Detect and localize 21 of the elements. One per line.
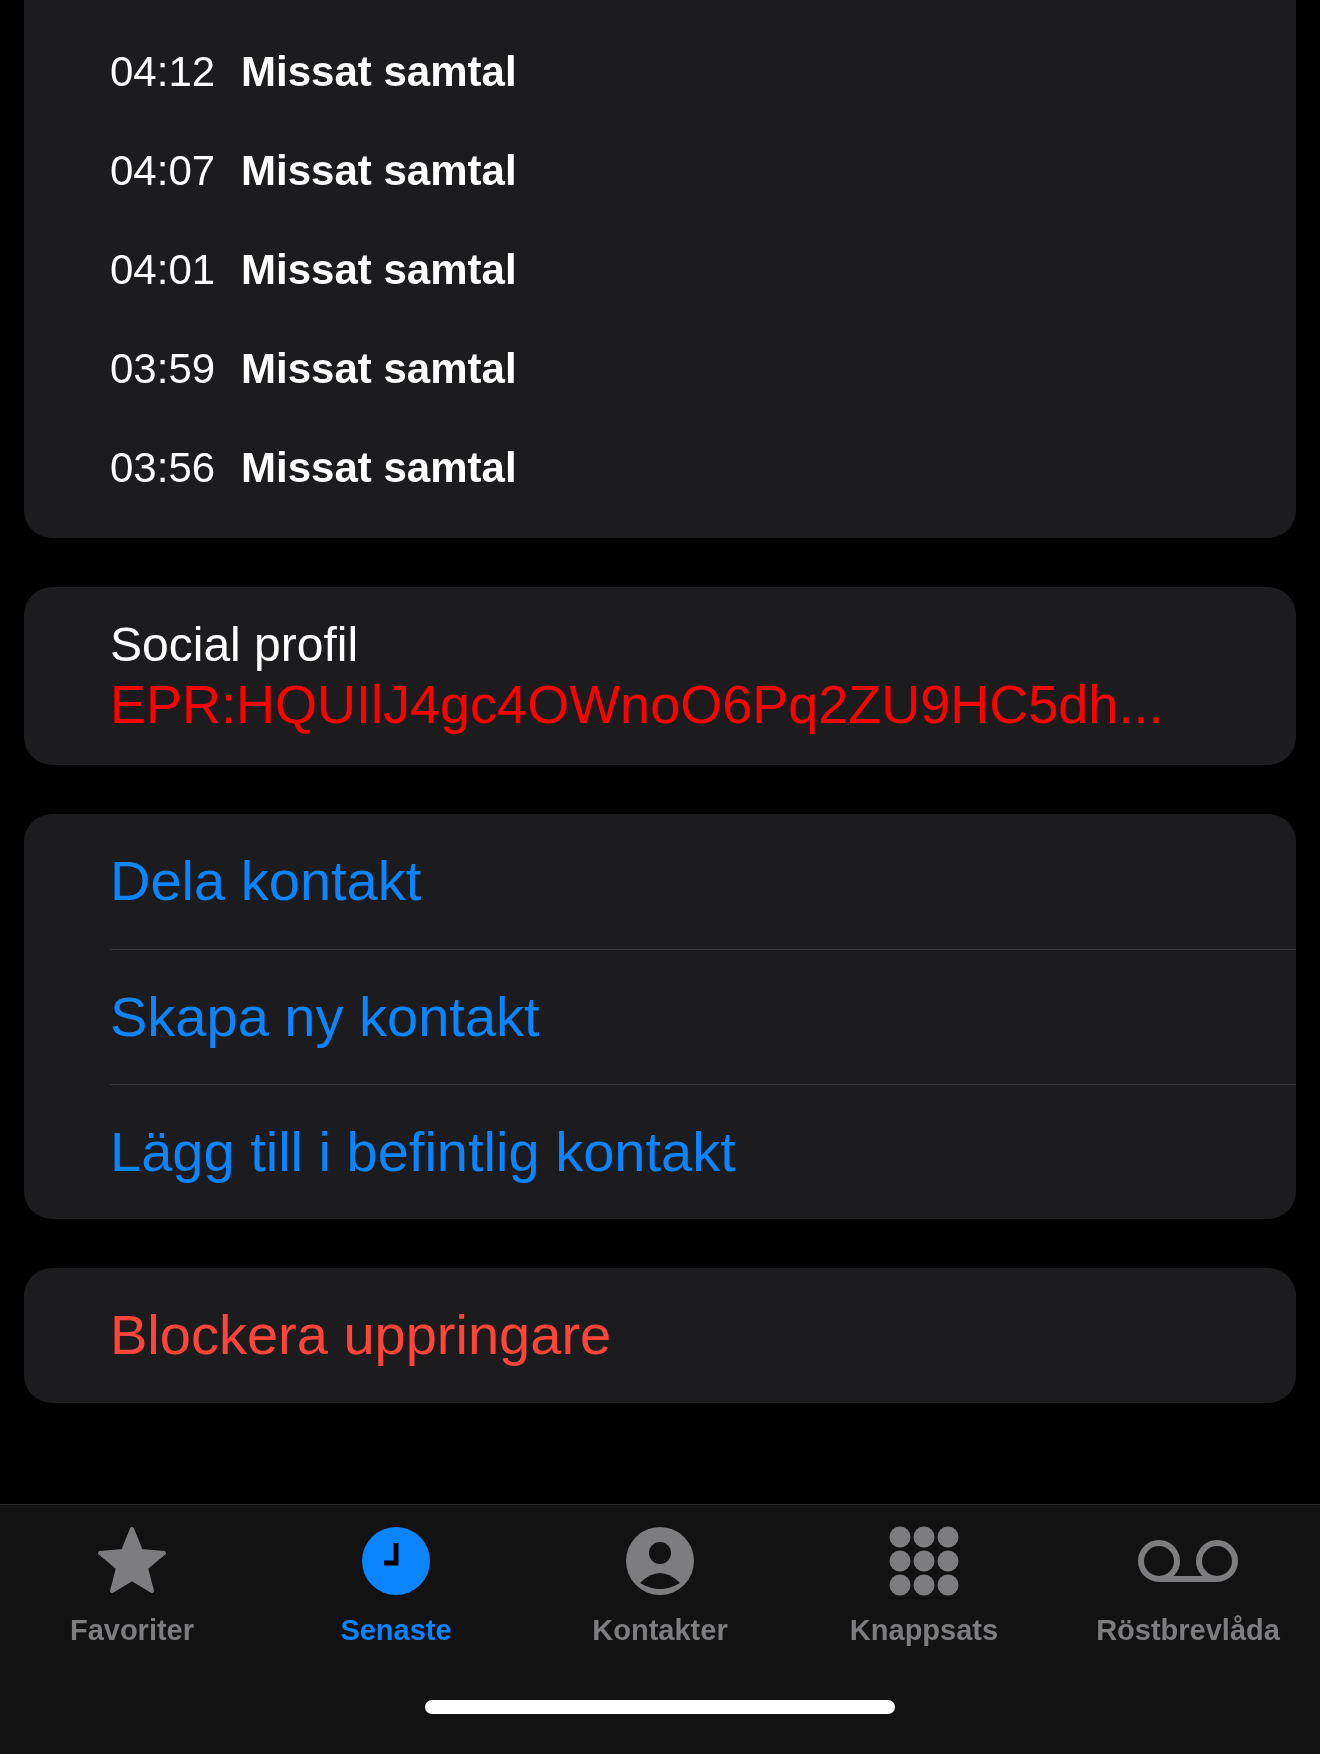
call-status: Missat samtal	[241, 146, 517, 196]
call-time: 04:01	[110, 245, 216, 295]
call-time: 04:07	[110, 146, 216, 196]
call-status: Missat samtal	[241, 245, 517, 295]
call-time: 04:12	[110, 47, 216, 97]
call-time: 03:56	[110, 443, 216, 493]
tab[interactable]: Favoriter	[0, 1505, 264, 1654]
tab[interactable]: Senaste	[264, 1505, 528, 1654]
call-time: 03:59	[110, 344, 216, 394]
social-profile-value[interactable]: EPR:HQUIlJ4gc4OWnoO6Pq2ZU9HC5dh...	[110, 672, 1256, 737]
action-link[interactable]: Skapa ny kontakt	[110, 949, 1296, 1084]
call-status: Missat samtal	[241, 344, 517, 394]
tab[interactable]: Kontakter	[528, 1505, 792, 1654]
action-link[interactable]: Lägg till i befintlig kontakt	[110, 1084, 1296, 1219]
block-caller-link[interactable]: Blockera uppringare	[24, 1268, 1296, 1403]
field-label: Social profil	[110, 617, 360, 673]
tab[interactable]: Knappsats	[792, 1505, 1056, 1654]
call-status: Missat samtal	[241, 443, 517, 493]
action-link[interactable]: Dela kontakt	[110, 814, 1296, 949]
tab[interactable]: Röstbrevlåda	[1056, 1505, 1320, 1654]
call-status: Missat samtal	[241, 47, 517, 97]
